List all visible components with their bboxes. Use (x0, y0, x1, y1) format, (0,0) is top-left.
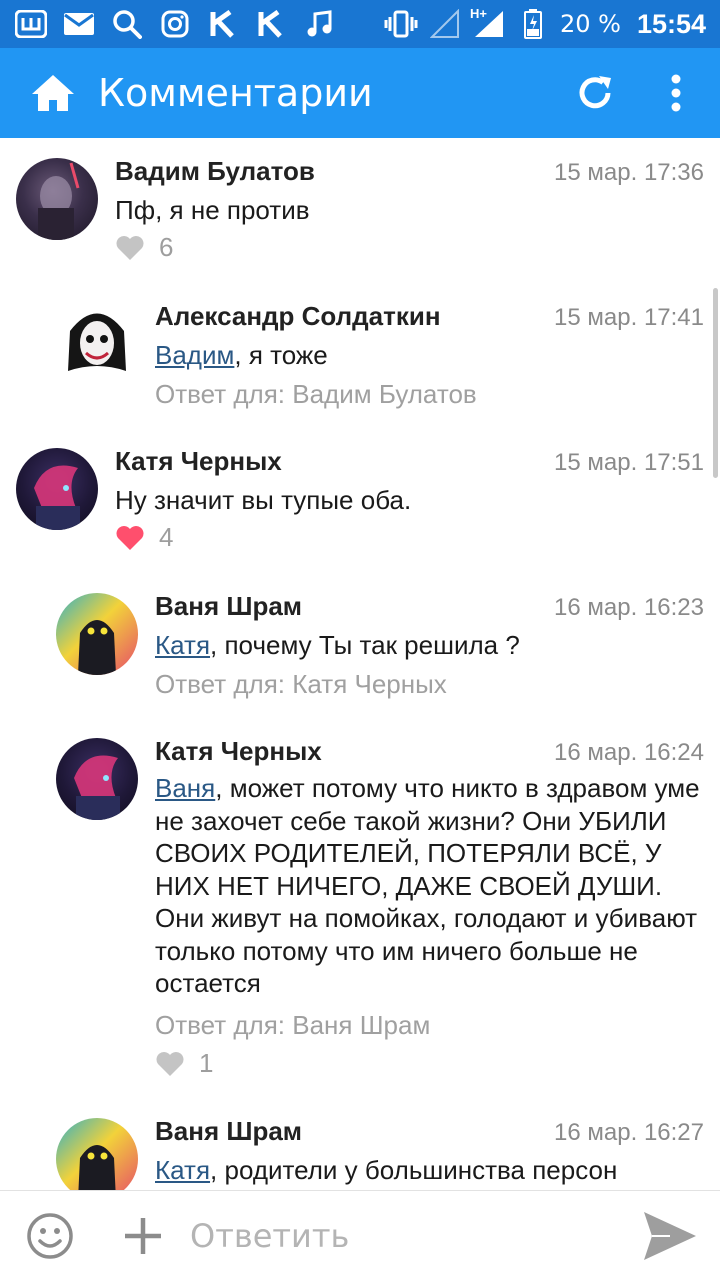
like-count: 1 (199, 1048, 214, 1078)
clock: 15:54 (636, 8, 706, 39)
comment-time: 16 мар. 16:23 (554, 594, 704, 621)
search-icon (110, 7, 144, 41)
comment-author[interactable]: Катя Черных (115, 446, 282, 477)
comment-time: 16 мар. 16:27 (554, 1119, 704, 1146)
avatar[interactable] (56, 738, 138, 820)
avatar[interactable] (16, 448, 98, 530)
battery-icon (516, 7, 550, 41)
network-label: H+ (469, 6, 487, 21)
emoji-button[interactable] (24, 1210, 76, 1262)
comment-text-body: , я тоже (234, 340, 328, 370)
like-button[interactable]: 6 (115, 232, 173, 263)
reply-to-label[interactable]: Ответ для: Ваня Шрам (155, 1010, 430, 1041)
comment-item: Вадим Булатов 15 мар. 17:36 Пф, я не про… (0, 138, 712, 278)
app-bar: Комментарии (0, 48, 720, 138)
battery-percent: 20 % (559, 10, 621, 38)
comment-item: Катя Черных 15 мар. 17:51 Ну значит вы т… (0, 428, 712, 573)
like-count: 4 (159, 522, 174, 552)
like-button[interactable]: 1 (155, 1048, 213, 1079)
more-vert-icon (671, 74, 681, 112)
notification-icons (14, 7, 336, 41)
like-button[interactable]: 4 (115, 522, 173, 553)
k-app-icon (206, 7, 240, 41)
heart-icon (116, 525, 144, 550)
sheets-icon (14, 7, 48, 41)
comment-text: Ваня, может потому что никто в здравом у… (155, 772, 707, 1000)
scrollbar[interactable] (713, 288, 718, 478)
reply-to-label[interactable]: Ответ для: Катя Черных (155, 669, 447, 700)
reply-bar (0, 1190, 720, 1280)
refresh-button[interactable] (566, 64, 624, 122)
plus-icon (125, 1217, 161, 1254)
signal-icon (428, 7, 462, 41)
comment-text: Пф, я не против (115, 194, 695, 227)
comment-author[interactable]: Ваня Шрам (155, 591, 302, 622)
mention-link[interactable]: Ваня (155, 773, 215, 803)
comment-item: Александр Солдаткин 15 мар. 17:41 Вадим,… (0, 283, 712, 428)
music-icon (302, 7, 336, 41)
comment-author[interactable]: Ваня Шрам (155, 1116, 302, 1147)
heart-icon (156, 1051, 184, 1076)
system-indicators: H+ 20 % 15:54 (384, 6, 706, 41)
heart-icon (116, 235, 144, 260)
instagram-icon (158, 7, 192, 41)
comment-text-body: Ну значит вы тупые оба. (115, 485, 412, 515)
vibrate-icon (384, 7, 418, 41)
reply-input[interactable] (190, 1207, 610, 1264)
avatar[interactable] (16, 158, 98, 240)
comment-time: 15 мар. 17:36 (554, 159, 704, 186)
comment-text: Катя, родители у большинства персон (155, 1154, 707, 1187)
comment-text-body: , может потому что никто в здравом уме н… (155, 773, 700, 998)
comment-text: Катя, почему Ты так решила ? (155, 629, 705, 662)
send-button[interactable] (640, 1208, 700, 1264)
like-count: 6 (159, 232, 174, 262)
comments-list[interactable]: Вадим Булатов 15 мар. 17:36 Пф, я не про… (0, 138, 720, 1190)
reply-to-label[interactable]: Ответ для: Вадим Булатов (155, 379, 477, 410)
comment-text: Ну значит вы тупые оба. (115, 484, 695, 517)
comment-item: Катя Черных 16 мар. 16:24 Ваня, может по… (0, 718, 712, 1098)
comment-time: 16 мар. 16:24 (554, 739, 704, 766)
comment-author[interactable]: Катя Черных (155, 736, 322, 767)
overflow-menu-button[interactable] (656, 64, 696, 122)
comment-author[interactable]: Вадим Булатов (115, 156, 315, 187)
comment-item: Ваня Шрам 16 мар. 16:27 Катя, родители у… (0, 1100, 712, 1190)
comment-time: 15 мар. 17:51 (554, 449, 704, 476)
comment-text-body: , почему Ты так решила ? (210, 630, 520, 660)
comment-time: 15 мар. 17:41 (554, 304, 704, 331)
emoji-icon (27, 1212, 73, 1259)
comment-item: Ваня Шрам 16 мар. 16:23 Катя, почему Ты … (0, 573, 712, 718)
comment-author[interactable]: Александр Солдаткин (155, 301, 441, 332)
network-icon: H+ (469, 6, 506, 41)
mention-link[interactable]: Катя (155, 630, 210, 660)
attach-button[interactable] (120, 1213, 166, 1259)
home-icon (32, 75, 74, 111)
avatar[interactable] (56, 1118, 138, 1190)
k-app-icon (254, 7, 288, 41)
send-icon (644, 1211, 696, 1260)
mention-link[interactable]: Вадим (155, 340, 234, 370)
avatar[interactable] (56, 593, 138, 675)
avatar[interactable] (56, 301, 138, 383)
status-bar: H+ 20 % 15:54 (0, 0, 720, 48)
comment-text: Вадим, я тоже (155, 339, 705, 372)
page-title: Комментарии (98, 71, 373, 115)
home-button[interactable] (24, 64, 82, 122)
comment-text-body: , родители у большинства персон (210, 1155, 618, 1185)
mail-icon (62, 7, 96, 41)
mention-link[interactable]: Катя (155, 1155, 210, 1185)
comment-text-body: Пф, я не против (115, 195, 310, 225)
refresh-icon (579, 76, 611, 109)
